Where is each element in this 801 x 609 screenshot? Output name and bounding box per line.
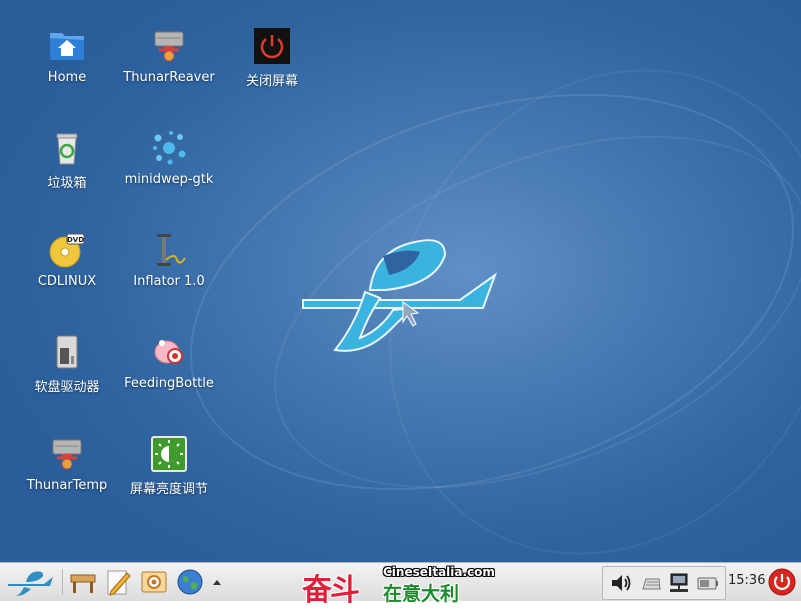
desktop-icon-label: 软盘驱动器 [34, 380, 100, 395]
desktop-icon-thunar-reaver[interactable]: ThunarReaver [119, 26, 219, 85]
distro-logo-icon [302, 239, 498, 352]
air-pump-icon [157, 234, 186, 266]
desktop-icon-label: Inflator 1.0 [133, 274, 205, 289]
desktop-icon-label: ThunarReaver [123, 70, 215, 85]
desktop-icon-floppy-drive[interactable]: 软盘驱动器 [17, 332, 117, 395]
volume-icon[interactable] [609, 571, 633, 595]
desktop-icon-home[interactable]: Home [17, 26, 117, 85]
desktop-icon-label: CDLINUX [37, 274, 97, 289]
watermark-big-text: 奋斗 [302, 573, 360, 608]
desktop-icon-label: 屏幕亮度调节 [129, 482, 208, 497]
desktop-icon-label: ThunarTemp [26, 478, 108, 493]
desktop-icon-label: FeedingBottle [124, 376, 214, 391]
thunar-temp-icon [52, 439, 82, 470]
keyboard-icon[interactable] [639, 571, 663, 595]
image-viewer-icon[interactable] [139, 567, 169, 597]
desktop-icon-trash[interactable]: 垃圾箱 [17, 128, 117, 191]
desktop[interactable]: Home 垃圾箱 DVD CDLINUX 软盘驱动器 ThunarTemp Th… [0, 0, 801, 562]
thunar-reaver-icon [154, 31, 184, 62]
dvd-disc-icon: DVD [49, 233, 85, 268]
taskbar-separator [62, 569, 63, 595]
desktop-icon-inflator[interactable]: Inflator 1.0 [119, 230, 219, 289]
desktop-icon-minidwep[interactable]: minidwep-gtk [119, 128, 219, 187]
desk-icon[interactable] [68, 567, 98, 597]
trash-icon [56, 133, 78, 165]
power-button-icon[interactable] [767, 567, 797, 597]
power-off-screen-icon [254, 28, 290, 64]
svg-text:DVD: DVD [67, 236, 84, 244]
desktop-icon-brightness[interactable]: 屏幕亮度调节 [119, 434, 219, 497]
launcher-more-arrow-icon[interactable] [210, 567, 224, 597]
battery-icon[interactable] [696, 571, 720, 595]
home-folder-icon [50, 33, 84, 60]
network-icon[interactable] [667, 571, 691, 595]
desktop-icon-label: 垃圾箱 [47, 176, 87, 191]
system-tray [602, 566, 726, 600]
floppy-drive-icon [56, 335, 78, 369]
minidwep-splash-icon [153, 131, 186, 165]
desktop-icon-label: Home [47, 70, 87, 85]
desktop-icon-label: 关闭屏幕 [245, 74, 298, 89]
desktop-icon-screen-off[interactable]: 关闭屏幕 [222, 26, 322, 89]
clock[interactable]: 15:36 [728, 573, 765, 588]
start-menu-logo-icon[interactable] [6, 567, 56, 597]
web-browser-globe-icon[interactable] [175, 567, 205, 597]
desktop-icon-thunar-temp[interactable]: ThunarTemp [17, 434, 117, 493]
feeding-bottle-icon [154, 340, 183, 364]
text-editor-icon[interactable] [103, 567, 133, 597]
taskbar: 奋斗 CineseItalia.com 在意大利 15:36 [0, 562, 801, 608]
desktop-icon-label: minidwep-gtk [124, 172, 214, 187]
watermark-small-text: 在意大利 [383, 583, 460, 605]
desktop-icon-feeding-bottle[interactable]: FeedingBottle [119, 332, 219, 391]
brightness-adjust-icon [151, 436, 187, 472]
desktop-icon-cdlinux[interactable]: DVD CDLINUX [17, 230, 117, 289]
watermark-site-text: CineseItalia.com [383, 565, 495, 579]
